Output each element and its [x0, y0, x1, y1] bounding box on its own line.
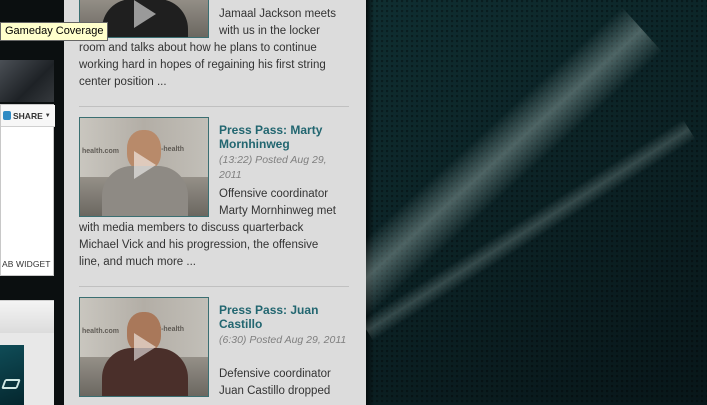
share-button[interactable]: SHARE ▼ — [1, 105, 55, 127]
video-description: Jamaal Jackson meets with us in the lock… — [219, 8, 336, 37]
left-lower-header — [0, 301, 54, 333]
video-list: Jamaal Jackson meets with us in the lock… — [64, 0, 366, 405]
video-widget-panel: SHARE ▼ AB WIDGET — [0, 104, 55, 276]
divider — [79, 286, 349, 287]
page-background — [366, 0, 707, 405]
share-icon — [3, 111, 11, 120]
left-lower-panel — [0, 300, 54, 405]
list-item: Jamaal Jackson meets with us in the lock… — [79, 0, 349, 100]
list-item: health.com smart-health Press Pass: Juan… — [79, 297, 349, 405]
promo-image[interactable] — [0, 345, 24, 405]
play-icon — [128, 330, 162, 364]
video-meta: (6:30) Posted Aug 29, 2011 — [219, 334, 347, 346]
left-photo[interactable] — [0, 60, 54, 102]
left-sidebar: SHARE ▼ AB WIDGET — [0, 0, 64, 405]
video-thumbnail[interactable]: health.com smart-health — [79, 117, 209, 217]
video-meta: (13:22) Posted Aug 29, 2011 — [219, 154, 327, 181]
video-description-wrap: room and talks about how he plans to con… — [79, 42, 326, 88]
video-thumbnail[interactable]: health.com smart-health — [79, 297, 209, 397]
video-description: Offensive coordinator Marty Mornhinweg m… — [219, 188, 336, 217]
video-description-wrap: with media members to discuss quarterbac… — [79, 222, 319, 268]
grab-widget-link[interactable]: AB WIDGET — [1, 253, 55, 275]
video-description: Defensive coordinator Juan Castillo drop… — [219, 368, 331, 397]
play-icon — [128, 148, 162, 182]
share-label: SHARE — [13, 110, 43, 121]
tooltip: Gameday Coverage — [0, 22, 109, 41]
chevron-down-icon: ▼ — [44, 112, 51, 119]
list-item: health.com smart-health Press Pass: Mart… — [79, 117, 349, 277]
play-icon — [128, 0, 162, 31]
divider — [79, 106, 349, 107]
video-title-link[interactable]: Press Pass: Marty Mornhinweg — [219, 123, 347, 151]
video-title-link[interactable]: Press Pass: Juan Castillo — [219, 303, 347, 331]
